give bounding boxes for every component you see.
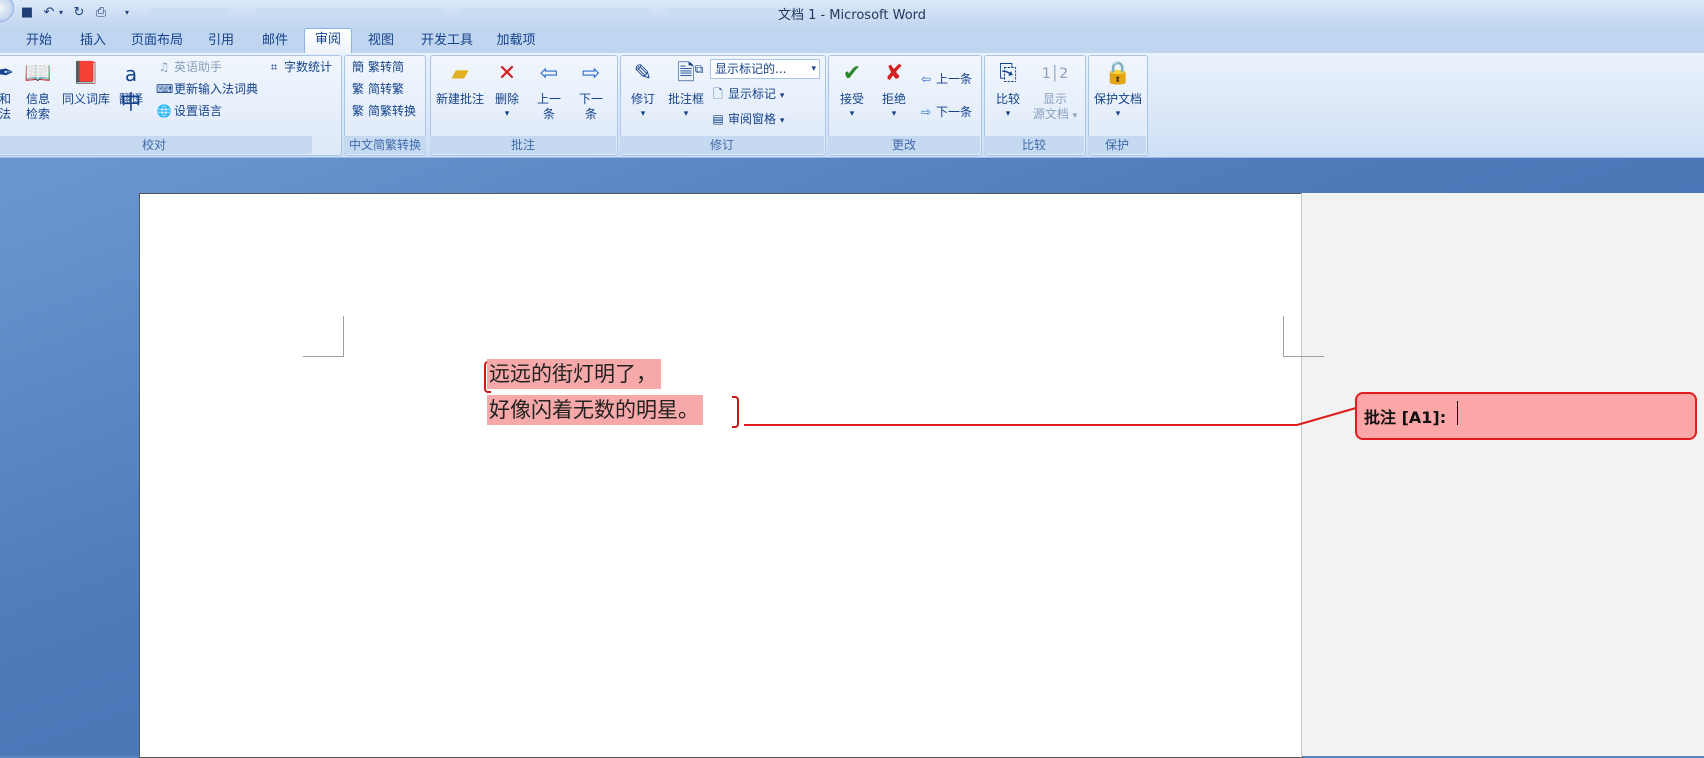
comment-label: 批注 [A1]: (1364, 408, 1447, 427)
text-cursor (1457, 401, 1458, 425)
comment-connector-line (744, 407, 1357, 426)
